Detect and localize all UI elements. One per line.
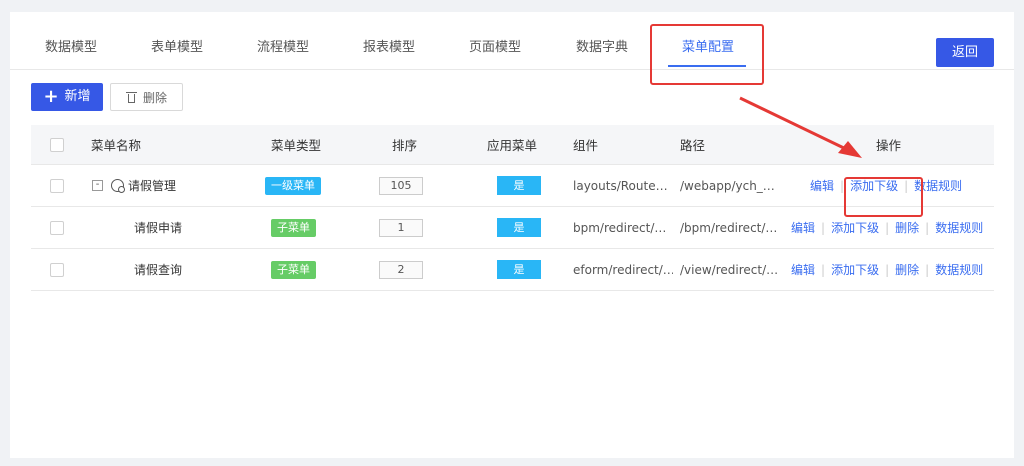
add-child-link[interactable]: 添加下级 <box>831 261 879 278</box>
select-all-cell <box>50 125 64 164</box>
type-badge: 子菜单 <box>271 260 316 279</box>
type-badge: 一级菜单 <box>265 176 321 195</box>
tab-data-dictionary[interactable]: 数据字典 <box>576 32 628 69</box>
row-component: bpm/redirect/… <box>573 220 667 235</box>
tab-flow-model[interactable]: 流程模型 <box>257 32 309 69</box>
row-type-cell: 一级菜单 <box>265 165 321 206</box>
row-name: 请假申请 <box>134 221 183 235</box>
annotation-box-tab <box>650 24 764 85</box>
row-checkbox[interactable] <box>50 220 64 235</box>
tab-data-model[interactable]: 数据模型 <box>45 32 97 69</box>
tab-report-model[interactable]: 报表模型 <box>363 32 415 69</box>
back-button[interactable]: 返回 <box>936 38 994 67</box>
row-path: /bpm/redirect/… <box>680 220 778 235</box>
row-type-cell: 子菜单 <box>271 207 316 248</box>
row-checkbox[interactable] <box>50 178 64 193</box>
add-child-link[interactable]: 添加下级 <box>831 219 879 236</box>
header-name: 菜单名称 <box>91 138 142 153</box>
tab-page-model[interactable]: 页面模型 <box>469 32 521 69</box>
row-checkbox-cell <box>50 207 64 248</box>
app-menu-badge: 是 <box>497 218 541 237</box>
add-button[interactable]: + 新增 <box>31 83 103 111</box>
row-component: layouts/Route… <box>573 178 668 193</box>
delete-button[interactable]: 删除 <box>110 83 183 111</box>
header-component: 组件 <box>573 138 599 153</box>
app-menu-badge: 是 <box>497 260 541 279</box>
row-name-cell: - 请假管理 <box>92 165 176 206</box>
tab-form-model[interactable]: 表单模型 <box>151 32 203 69</box>
table-row: 请假查询 子菜单 2 是 eform/redirect/… /view/redi… <box>31 249 994 291</box>
row-order-cell: 1 <box>379 207 423 248</box>
row-checkbox[interactable] <box>50 262 64 277</box>
app-menu-badge: 是 <box>497 176 541 195</box>
delete-link[interactable]: 删除 <box>895 261 919 278</box>
row-checkbox-cell <box>50 249 64 290</box>
row-actions: 编辑 | 添加下级 | 删除 | 数据规则 <box>791 261 984 278</box>
row-app-menu-cell: 是 <box>497 249 541 290</box>
edit-link[interactable]: 编辑 <box>791 261 815 278</box>
main-card: 数据模型 表单模型 流程模型 报表模型 页面模型 数据字典 菜单配置 返回 + … <box>10 12 1014 458</box>
menu-icon <box>111 179 125 193</box>
select-all-checkbox[interactable] <box>50 137 64 152</box>
row-type-cell: 子菜单 <box>271 249 316 290</box>
collapse-toggle-icon[interactable]: - <box>92 180 103 191</box>
header-type: 菜单类型 <box>271 138 322 153</box>
row-checkbox-cell <box>50 165 64 206</box>
header-app-menu: 应用菜单 <box>487 138 538 153</box>
order-field[interactable]: 105 <box>379 176 423 195</box>
order-field[interactable]: 1 <box>379 218 423 237</box>
trash-icon <box>125 91 137 103</box>
add-button-label: 新增 <box>64 89 91 104</box>
row-path: /webapp/ych_… <box>680 178 775 193</box>
row-app-menu-cell: 是 <box>497 165 541 206</box>
edit-link[interactable]: 编辑 <box>791 219 815 236</box>
type-badge: 子菜单 <box>271 218 316 237</box>
header-actions: 操作 <box>876 138 902 153</box>
edit-link[interactable]: 编辑 <box>810 177 834 194</box>
header-order: 排序 <box>392 138 418 153</box>
delete-link[interactable]: 删除 <box>895 219 919 236</box>
annotation-box-add-child <box>844 177 923 217</box>
header-path: 路径 <box>680 138 706 153</box>
table-header: 菜单名称 菜单类型 排序 应用菜单 组件 路径 操作 <box>31 125 994 165</box>
data-rule-link[interactable]: 数据规则 <box>935 261 983 278</box>
tab-bar: 数据模型 表单模型 流程模型 报表模型 页面模型 数据字典 菜单配置 <box>10 32 1014 70</box>
row-name: 请假查询 <box>134 263 183 277</box>
row-component: eform/redirect/… <box>573 262 673 277</box>
data-rule-link[interactable]: 数据规则 <box>935 219 983 236</box>
delete-button-label: 删除 <box>142 90 167 105</box>
plus-icon: + <box>43 86 59 107</box>
row-app-menu-cell: 是 <box>497 207 541 248</box>
row-order-cell: 105 <box>379 165 423 206</box>
row-path: /view/redirect/… <box>680 262 779 277</box>
row-order-cell: 2 <box>379 249 423 290</box>
order-field[interactable]: 2 <box>379 260 423 279</box>
row-name: 请假管理 <box>128 179 177 193</box>
